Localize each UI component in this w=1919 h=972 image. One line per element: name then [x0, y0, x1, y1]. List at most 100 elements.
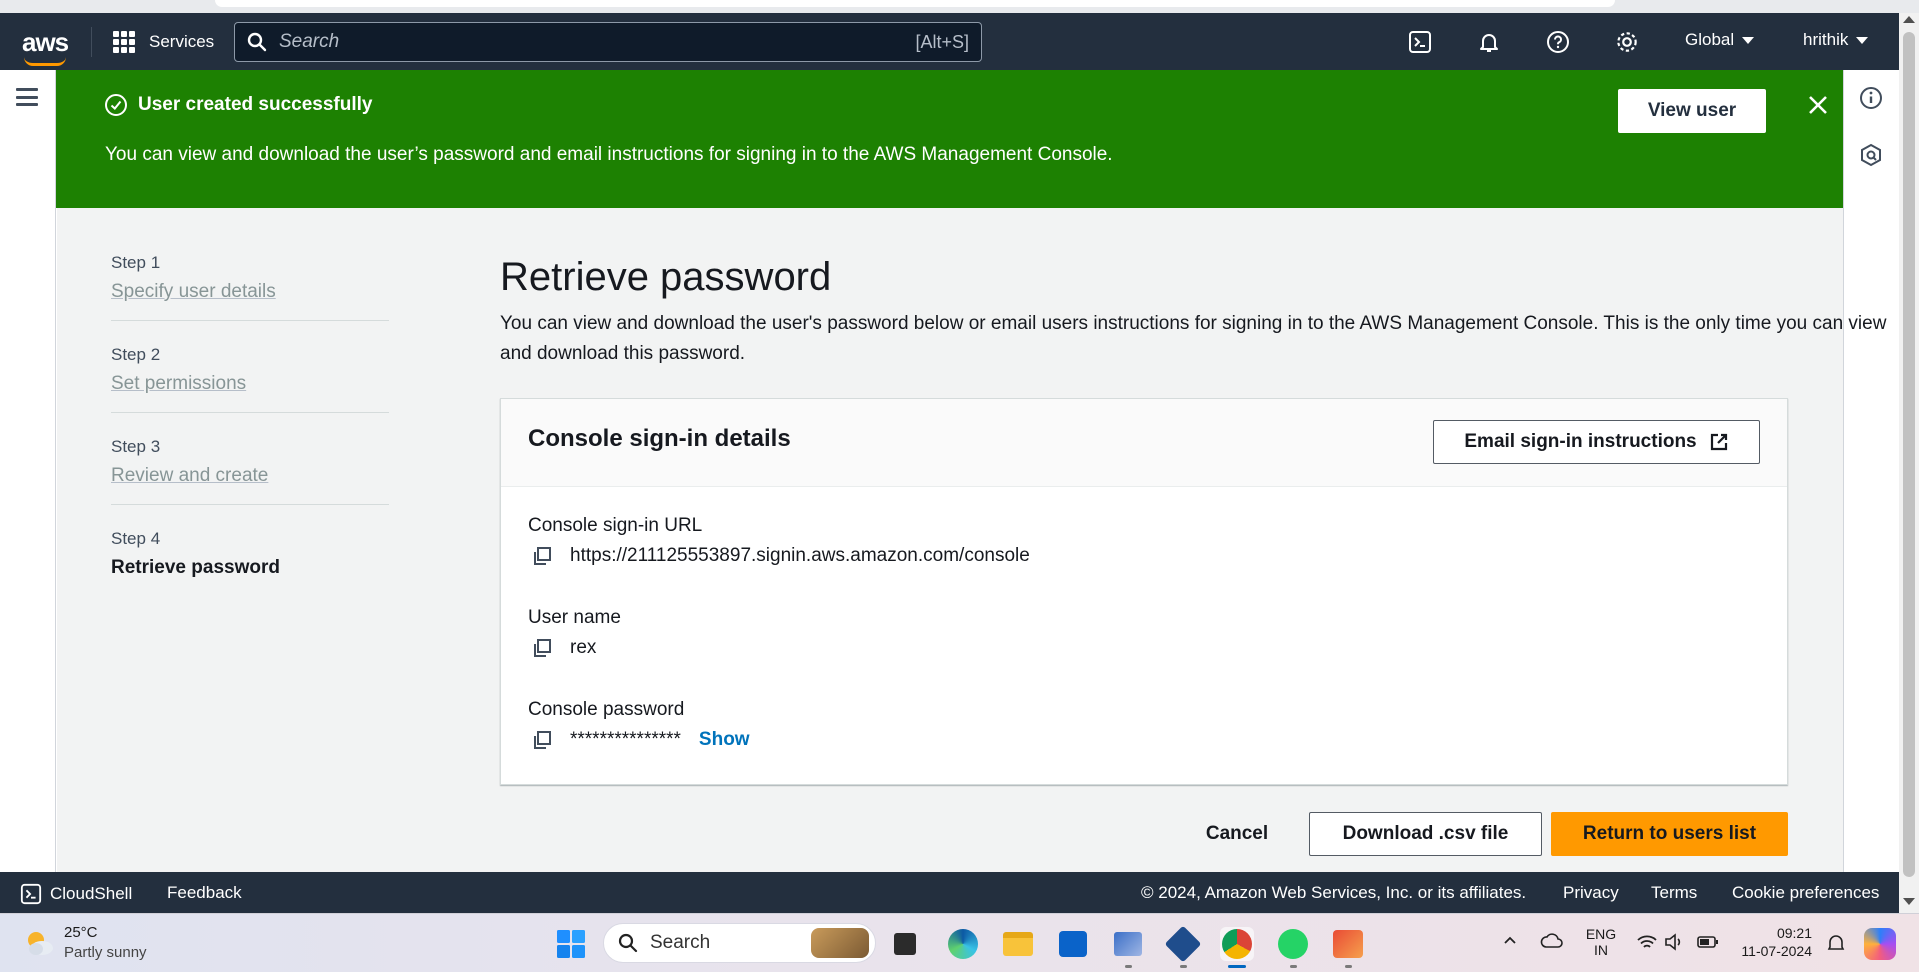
show-password-link[interactable]: Show: [699, 729, 750, 751]
step-divider: [111, 320, 389, 321]
aws-logo[interactable]: aws: [22, 27, 69, 58]
language-code: ENG: [1585, 926, 1617, 942]
search-icon: [247, 32, 267, 52]
search-input[interactable]: [267, 31, 916, 53]
cookie-preferences-link[interactable]: Cookie preferences: [1732, 883, 1879, 903]
active-app-indicator: [1228, 965, 1246, 968]
info-panel-icon[interactable]: [1858, 85, 1884, 111]
help-icon[interactable]: [1544, 28, 1572, 56]
chevron-up-icon[interactable]: [1503, 934, 1517, 948]
file-explorer-icon[interactable]: [1001, 927, 1035, 961]
terms-link[interactable]: Terms: [1651, 883, 1697, 903]
right-rail: [1843, 70, 1899, 872]
taskbar-search-box[interactable]: Search: [603, 923, 876, 963]
running-indicator: [1180, 965, 1187, 968]
account-menu[interactable]: hrithik: [1803, 30, 1869, 50]
weather-icon[interactable]: [22, 926, 56, 960]
close-icon[interactable]: [1805, 92, 1831, 118]
running-indicator: [1290, 965, 1297, 968]
download-csv-button[interactable]: Download .csv file: [1309, 812, 1542, 856]
region-selector[interactable]: Global: [1685, 30, 1755, 50]
notification-center-icon[interactable]: [1826, 933, 1846, 958]
view-user-button[interactable]: View user: [1618, 89, 1766, 133]
presentation-app-icon[interactable]: [1331, 927, 1365, 961]
step-1-number: Step 1: [111, 253, 161, 272]
privacy-link[interactable]: Privacy: [1563, 883, 1619, 903]
signin-url-row: https://211125553897.signin.aws.amazon.c…: [528, 542, 1030, 570]
notifications-bell-icon[interactable]: [1475, 28, 1503, 56]
settings-gear-icon[interactable]: [1613, 28, 1641, 56]
step-divider: [111, 412, 389, 413]
whatsapp-icon[interactable]: [1276, 927, 1310, 961]
clock-time: 09:21: [1776, 925, 1812, 941]
services-label: Services: [149, 32, 215, 51]
region-code: IN: [1594, 942, 1608, 958]
running-indicator: [1125, 965, 1132, 968]
step-divider: [111, 504, 389, 505]
feedback-link[interactable]: Feedback: [167, 883, 242, 903]
resource-explorer-icon[interactable]: [1858, 142, 1884, 168]
weather-description[interactable]: Partly sunny: [64, 944, 147, 961]
flash-title-text: User created successfully: [138, 94, 373, 115]
external-link-icon: [1710, 433, 1727, 451]
search-box[interactable]: [Alt+S]: [234, 22, 982, 62]
step-2-link[interactable]: Set permissions: [111, 373, 389, 395]
network-app-icon[interactable]: [1111, 927, 1145, 961]
step-2-number: Step 2: [111, 345, 161, 364]
taskbar-search-label: Search: [650, 932, 711, 953]
left-rail: [0, 70, 56, 872]
battery-icon[interactable]: [1697, 935, 1719, 954]
hamburger-menu-icon[interactable]: [16, 88, 38, 106]
chevron-down-icon: [1856, 36, 1869, 44]
weather-temp[interactable]: 25°C: [64, 924, 98, 941]
card-header: Console sign-in details Email sign-in in…: [501, 399, 1787, 487]
language-indicator[interactable]: ENG IN: [1585, 926, 1617, 958]
copy-icon[interactable]: [528, 542, 556, 570]
windows-start-icon[interactable]: [554, 927, 588, 961]
running-indicator: [1345, 965, 1352, 968]
step-3-link[interactable]: Review and create: [111, 465, 389, 487]
cloudshell-footer-button[interactable]: CloudShell: [20, 883, 132, 905]
copilot-icon[interactable]: [1864, 928, 1896, 960]
page-title: Retrieve password: [500, 255, 832, 299]
password-masked-value: ***************: [570, 729, 681, 750]
aws-logo-smile: [24, 57, 66, 66]
copy-icon[interactable]: [528, 634, 556, 662]
copy-icon[interactable]: [528, 726, 556, 754]
cancel-button[interactable]: Cancel: [1186, 812, 1288, 856]
task-view-icon[interactable]: [888, 927, 922, 961]
signin-url-label: Console sign-in URL: [528, 515, 703, 536]
services-menu-button[interactable]: Services: [113, 28, 214, 56]
scroll-down-arrow-icon[interactable]: [1903, 898, 1915, 905]
chevron-down-icon: [1742, 36, 1755, 44]
virtualbox-icon[interactable]: [1164, 925, 1202, 963]
page-description: You can view and download the user's pas…: [500, 313, 1887, 364]
chrome-browser-icon[interactable]: [1220, 927, 1254, 961]
password-row: *************** Show: [528, 726, 750, 754]
flash-message: You can view and download the user’s pas…: [105, 144, 1113, 165]
onedrive-cloud-icon[interactable]: [1540, 932, 1564, 955]
scroll-up-arrow-icon[interactable]: [1903, 16, 1915, 23]
return-to-users-list-button[interactable]: Return to users list: [1551, 812, 1788, 856]
search-icon: [618, 933, 638, 953]
success-flash-banner: User created successfully You can view a…: [56, 70, 1843, 208]
nav-divider: [91, 27, 92, 57]
scrollbar-thumb[interactable]: [1903, 32, 1915, 877]
clock-date: 11-07-2024: [1741, 943, 1812, 959]
volume-icon[interactable]: [1664, 933, 1684, 956]
microsoft-store-icon[interactable]: [1056, 927, 1090, 961]
username-row: rex: [528, 634, 596, 662]
grid-menu-icon: [113, 31, 135, 53]
flash-title: User created successfully: [105, 94, 372, 116]
cloudshell-label: CloudShell: [50, 884, 133, 903]
system-clock[interactable]: 09:21 11-07-2024: [1732, 925, 1812, 959]
browser-chrome: [0, 0, 1919, 13]
cloudshell-icon[interactable]: [1406, 28, 1434, 56]
step-1-link[interactable]: Specify user details: [111, 281, 389, 303]
email-signin-instructions-button[interactable]: Email sign-in instructions: [1433, 420, 1760, 464]
wifi-icon[interactable]: [1636, 933, 1658, 956]
edge-browser-icon[interactable]: [946, 927, 980, 961]
username-label: User name: [528, 607, 621, 628]
cloudshell-icon: [20, 883, 42, 905]
copyright-text: © 2024, Amazon Web Services, Inc. or its…: [1141, 883, 1527, 902]
